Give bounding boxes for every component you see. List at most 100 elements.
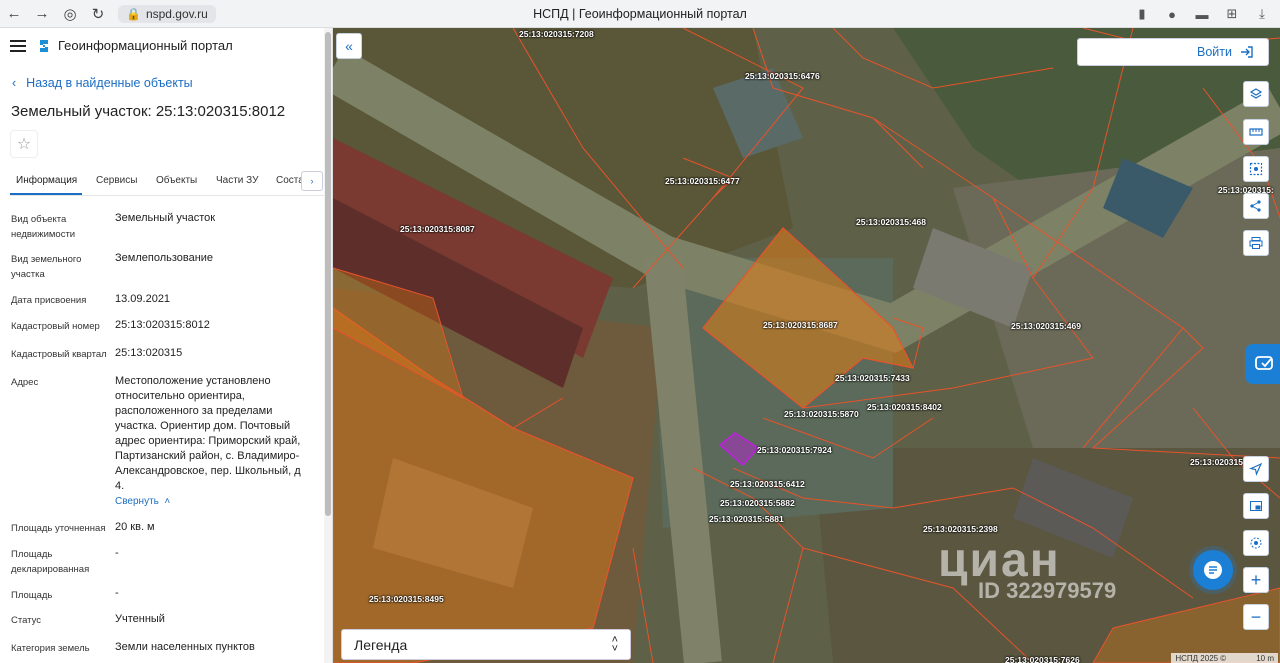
prop-value: 13.09.2021 — [115, 293, 171, 305]
download-icon[interactable]: ⤓ — [1252, 6, 1272, 22]
share-glyph — [1250, 200, 1261, 212]
sidebar-header: Геоинформационный портал — [10, 38, 233, 53]
prop-label: Кадастровый квартал — [11, 349, 107, 360]
parcel-label[interactable]: 25:13:020315:468 — [856, 217, 926, 227]
portal-logo[interactable]: Геоинформационный портал — [38, 38, 233, 53]
parcel-label[interactable]: 25:13:020315:7924 — [757, 445, 832, 455]
geolocation-icon[interactable] — [1243, 456, 1269, 482]
address-bar[interactable]: 🔒 nspd.gov.ru — [118, 4, 216, 23]
prop-label: Категория земель — [11, 643, 90, 654]
collapse-sidebar-icon[interactable]: « — [336, 33, 362, 59]
parcel-label[interactable]: 25:13:020315:5882 — [720, 498, 795, 508]
parcel-label[interactable]: 25:13:020315:8687 — [763, 320, 838, 330]
select-area-icon[interactable] — [1243, 156, 1269, 182]
parcel-label[interactable]: 25:13:020315:7433 — [835, 373, 910, 383]
chevron-updown-icon: ˄ ˅ — [611, 633, 618, 655]
legend-dropdown[interactable]: Легенда ˄ ˅ — [341, 629, 631, 660]
prop-value: Землепользование — [115, 252, 214, 264]
menu-icon[interactable] — [10, 39, 26, 52]
prop-label: Вид объекта недвижимости — [11, 214, 76, 240]
info-sidebar: Геоинформационный портал ‹ Назад в найде… — [0, 28, 333, 663]
sidebar-scrollbar[interactable] — [324, 28, 332, 663]
browser-toolbar: ← → ◎ ↻ 🔒 nspd.gov.ru НСПД | Геоинформац… — [0, 0, 1280, 28]
prop-label: Адрес — [11, 377, 39, 388]
parcel-label[interactable]: 25:13:020315:7208 — [519, 29, 594, 39]
prop-value: Земли населенных пунктов — [115, 641, 255, 653]
parcel-label[interactable]: 25:13:020315: — [1190, 457, 1246, 467]
prop-value: Земельный участок — [115, 212, 216, 224]
extension-icon[interactable]: ● — [1162, 7, 1182, 22]
portal-name: Геоинформационный портал — [58, 38, 233, 53]
print-glyph — [1249, 237, 1263, 249]
parcel-label[interactable]: 25:13:020315:8087 — [400, 224, 475, 234]
downloads-icon[interactable]: ▬ — [1192, 7, 1212, 22]
layers-icon[interactable] — [1243, 81, 1269, 107]
tab-services[interactable]: Сервисы — [96, 175, 137, 186]
prop-value: - — [115, 587, 119, 599]
prop-label: Площадь декларированная — [11, 549, 90, 575]
lock-icon: 🔒 — [126, 6, 141, 21]
forward-arrow-icon[interactable]: → — [28, 0, 56, 28]
parcel-label[interactable]: 25:13:020315:7626 — [1005, 655, 1080, 663]
shield-icon[interactable]: ◎ — [56, 0, 84, 28]
back-to-results-link[interactable]: ‹ Назад в найденные объекты — [12, 76, 193, 90]
print-icon[interactable] — [1243, 230, 1269, 256]
parcel-label[interactable]: 25:13:020315:5881 — [709, 514, 784, 524]
zoom-out-icon[interactable]: − — [1243, 604, 1269, 630]
tab-composition[interactable]: Соста — [276, 175, 304, 186]
select-area-glyph — [1249, 162, 1263, 176]
tab-info[interactable]: Информация — [16, 175, 77, 186]
prop-value: 25:13:020315:8012 — [115, 319, 210, 331]
collapse-link[interactable]: Свернуть ˄ — [115, 496, 170, 507]
minimap-glyph — [1250, 501, 1262, 511]
minimap-icon[interactable] — [1243, 493, 1269, 519]
zoom-in-icon[interactable]: + — [1243, 567, 1269, 593]
map-attribution: НСПД 2025 © 10 m — [1171, 653, 1278, 663]
tab-objects[interactable]: Объекты — [156, 175, 197, 186]
favorite-star-icon[interactable]: ☆ — [10, 130, 38, 158]
prop-value: Учтенный — [115, 613, 165, 625]
geolocation-glyph — [1249, 462, 1263, 476]
share-icon[interactable] — [1243, 193, 1269, 219]
feedback-badge-icon[interactable] — [1245, 344, 1280, 384]
back-arrow-icon[interactable]: ← — [0, 0, 28, 28]
prop-label: Кадастровый номер — [11, 321, 100, 332]
prop-value: 20 кв. м — [115, 521, 155, 533]
info-tabs: Информация Сервисы Объекты Части ЗУ Сост… — [10, 170, 325, 196]
parcel-label[interactable]: 25:13:020315:5870 — [784, 409, 859, 419]
chat-glyph — [1204, 561, 1222, 579]
browser-actions: ▮ ● ▬ ⊞ ⤓ — [1132, 0, 1272, 28]
login-icon — [1241, 46, 1253, 58]
portal-logo-icon — [40, 39, 48, 52]
parcel-label[interactable]: 25:13:020315:8402 — [867, 402, 942, 412]
parcel-label[interactable]: 25:13:020315:469 — [1011, 321, 1081, 331]
parcel-label[interactable]: 25:13:020315:6476 — [745, 71, 820, 81]
scrollbar-thumb[interactable] — [325, 32, 331, 516]
login-button[interactable]: Войти — [1077, 38, 1269, 66]
address-value: Местоположение установлено относительно … — [115, 375, 301, 492]
reload-icon[interactable]: ↻ — [84, 0, 112, 28]
bookmark-icon[interactable]: ▮ — [1132, 6, 1152, 22]
layers-glyph — [1249, 88, 1263, 99]
parcel-label[interactable]: 25:13:020315:6412 — [730, 479, 805, 489]
watermark-id: ID 322979579 — [978, 578, 1117, 603]
attribution-text: НСПД 2025 © — [1175, 653, 1227, 663]
prop-label: Статус — [11, 615, 42, 626]
tab-parts[interactable]: Части ЗУ — [216, 175, 258, 186]
satellite-map[interactable] — [333, 28, 1280, 663]
location-search-icon[interactable] — [1243, 530, 1269, 556]
parcel-label[interactable]: 25:13:020315:8495 — [369, 594, 444, 604]
map-view[interactable]: 25:13:020315:7208 25:13:020315:6476 25:1… — [333, 28, 1280, 663]
parcel-label[interactable]: 25:13:020315:6477 — [665, 176, 740, 186]
collapse-link-label: Свернуть — [115, 496, 159, 507]
prop-label: Дата присвоения — [11, 295, 87, 306]
puzzle-icon[interactable]: ⊞ — [1222, 6, 1242, 22]
chevron-left-icon: ‹ — [12, 76, 17, 90]
chat-icon[interactable] — [1193, 550, 1233, 590]
prop-label: Вид земельного участка — [11, 254, 82, 280]
prop-value: - — [115, 547, 119, 559]
object-title: Земельный участок: 25:13:020315:8012 — [11, 103, 286, 120]
tabs-next-icon[interactable]: › — [301, 171, 323, 191]
prop-value: 25:13:020315 — [115, 347, 183, 359]
ruler-icon[interactable] — [1243, 119, 1269, 145]
